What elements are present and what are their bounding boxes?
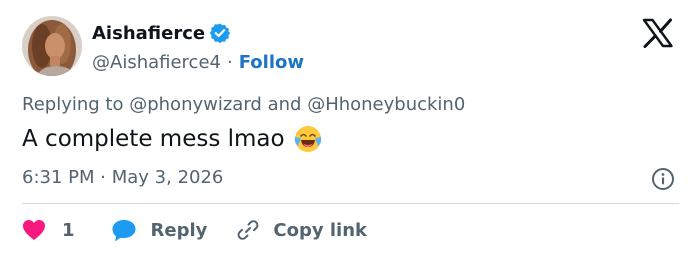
reply-label: Reply xyxy=(150,219,208,241)
like-count: 1 xyxy=(62,219,75,241)
reply-context-prefix: Replying to xyxy=(22,94,124,115)
tweet-text: A complete mess lmao xyxy=(22,124,323,154)
reply-context-and: and xyxy=(267,94,302,115)
display-name[interactable]: Aishafierce xyxy=(92,23,205,44)
x-logo-icon[interactable] xyxy=(640,17,676,49)
mention-link[interactable]: @Hhoneybuckin0 xyxy=(307,94,465,115)
mention-link[interactable]: @phonywizard xyxy=(129,94,262,115)
link-icon xyxy=(235,217,261,243)
follow-button[interactable]: Follow xyxy=(239,52,304,73)
avatar[interactable] xyxy=(22,16,82,76)
author-info: Aishafierce @Aishafierce4 · Follow xyxy=(92,21,304,74)
tweet-date: May 3, 2026 xyxy=(111,167,224,188)
action-bar: 1 Reply Copy link xyxy=(22,216,367,244)
reply-context: Replying to @phonywizard and @Hhoneybuck… xyxy=(22,94,465,115)
info-icon[interactable] xyxy=(650,166,676,192)
reply-bubble-icon xyxy=(111,218,137,242)
separator-dot: · xyxy=(226,51,233,73)
tweet-timestamp[interactable]: 6:31 PM · May 3, 2026 xyxy=(22,167,223,188)
handle[interactable]: @Aishafierce4 xyxy=(92,52,221,73)
separator-dot: · xyxy=(100,167,106,188)
copy-link-button[interactable]: Copy link xyxy=(235,217,367,243)
tears-of-joy-emoji-icon xyxy=(293,124,323,154)
like-button[interactable]: 1 xyxy=(22,219,75,241)
tweet-card: Aishafierce @Aishafierce4 · Follow Reply… xyxy=(0,0,700,256)
reply-button[interactable]: Reply xyxy=(111,218,208,242)
tweet-time: 6:31 PM xyxy=(22,167,95,188)
divider xyxy=(22,203,679,204)
copy-link-label: Copy link xyxy=(273,219,367,241)
verified-badge-icon xyxy=(209,22,231,44)
heart-icon xyxy=(22,219,46,241)
tweet-body: A complete mess lmao xyxy=(22,126,285,152)
